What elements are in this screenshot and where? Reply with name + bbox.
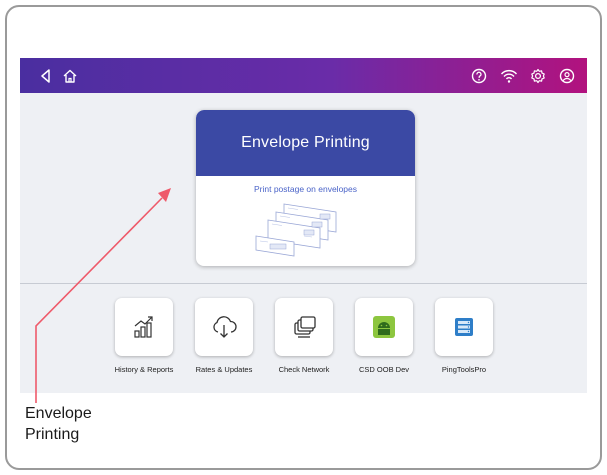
callout-label: Envelope Printing xyxy=(25,403,92,445)
callout-line-1: Envelope xyxy=(25,405,92,422)
callout-line-2: Printing xyxy=(25,426,80,443)
